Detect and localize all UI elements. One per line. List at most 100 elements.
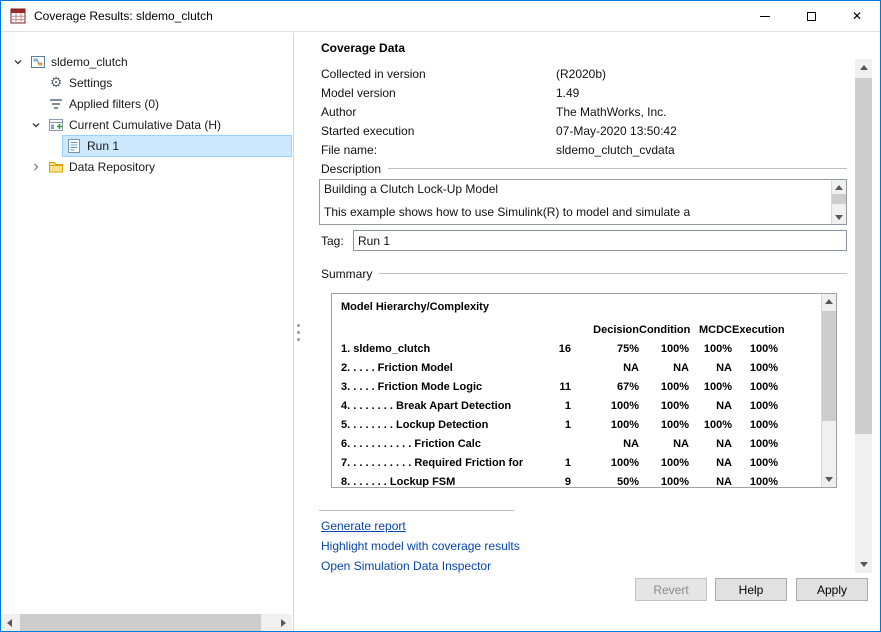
close-button[interactable]: ✕ bbox=[834, 1, 880, 31]
results-tree: sldemo_clutch ⚙ Settings Applied filters… bbox=[1, 51, 293, 177]
chevron-down-icon[interactable] bbox=[9, 54, 27, 70]
scroll-down-button[interactable] bbox=[832, 210, 846, 224]
maximize-button[interactable] bbox=[788, 1, 834, 31]
field-label: File name: bbox=[321, 143, 556, 157]
description-label: Description bbox=[321, 162, 381, 176]
horizontal-scrollbar-thumb[interactable] bbox=[20, 614, 261, 631]
scroll-up-icon bbox=[825, 299, 833, 304]
scroll-right-icon bbox=[281, 619, 286, 627]
folder-icon bbox=[48, 159, 64, 175]
table-row[interactable]: 4. . . . . . . . Break Apart Detection 1… bbox=[332, 396, 821, 415]
coverage-data-panel: Coverage Data Collected in version (R202… bbox=[302, 33, 880, 631]
close-icon: ✕ bbox=[852, 9, 862, 23]
cumulative-data-icon bbox=[48, 117, 64, 133]
scroll-down-button[interactable] bbox=[855, 556, 872, 573]
tree-item-label: Settings bbox=[69, 76, 112, 90]
chevron-right-icon[interactable] bbox=[27, 159, 45, 175]
tree-item-sldemo-clutch[interactable]: sldemo_clutch bbox=[1, 51, 293, 72]
field-value: (R2020b) bbox=[556, 67, 606, 81]
scroll-up-button[interactable] bbox=[855, 59, 872, 76]
field-row: Started execution 07-May-2020 13:50:42 bbox=[321, 121, 840, 140]
revert-button[interactable]: Revert bbox=[635, 578, 707, 601]
group-divider bbox=[388, 168, 847, 169]
scroll-down-icon bbox=[860, 562, 868, 567]
scroll-up-button[interactable] bbox=[832, 180, 846, 194]
table-scrollbar[interactable] bbox=[821, 294, 836, 487]
description-scrollbar[interactable] bbox=[831, 180, 846, 224]
column-header: Condition bbox=[639, 324, 689, 336]
table-header-row: Decision Condition MCDC Execution bbox=[332, 320, 821, 339]
run-report-icon bbox=[66, 138, 82, 154]
description-line: Building a Clutch Lock-Up Model bbox=[324, 182, 827, 197]
field-row: File name: sldemo_clutch_cvdata bbox=[321, 140, 840, 159]
table-row[interactable]: 5. . . . . . . . Lockup Detection 1 100%… bbox=[332, 415, 821, 434]
description-group-label: Description bbox=[321, 161, 847, 176]
table-row[interactable]: 7. . . . . . . . . . . Required Friction… bbox=[332, 453, 821, 472]
field-row: Author The MathWorks, Inc. bbox=[321, 102, 840, 121]
table-row[interactable]: 1. sldemo_clutch 16 75% 100% 100% 100% bbox=[332, 339, 821, 358]
column-header: Decision bbox=[571, 324, 639, 336]
link-open-sdi[interactable]: Open Simulation Data Inspector bbox=[321, 559, 491, 573]
table-row[interactable]: 8. . . . . . . Lockup FSM 9 50% 100% NA … bbox=[332, 472, 821, 487]
coverage-fields: Collected in version (R2020b) Model vers… bbox=[321, 64, 840, 159]
panel-splitter[interactable] bbox=[295, 33, 302, 631]
gear-icon: ⚙ bbox=[48, 75, 64, 91]
results-tree-panel: sldemo_clutch ⚙ Settings Applied filters… bbox=[1, 33, 294, 631]
maximize-icon bbox=[807, 12, 816, 21]
description-text[interactable]: Building a Clutch Lock-Up Model This exa… bbox=[320, 180, 831, 224]
scroll-up-icon bbox=[835, 185, 843, 190]
selected-tree-item[interactable]: Run 1 bbox=[63, 136, 291, 156]
tree-item-run-1[interactable]: Run 1 bbox=[1, 135, 293, 156]
column-header: MCDC bbox=[689, 324, 732, 336]
tree-item-label: Applied filters (0) bbox=[69, 97, 159, 111]
table-row[interactable]: 2. . . . . Friction Model NA NA NA 100% bbox=[332, 358, 821, 377]
tree-item-settings[interactable]: ⚙ Settings bbox=[1, 72, 293, 93]
scroll-right-button[interactable] bbox=[275, 614, 292, 631]
scroll-up-button[interactable] bbox=[822, 294, 836, 309]
help-button[interactable]: Help bbox=[715, 578, 787, 601]
scroll-left-icon bbox=[7, 619, 12, 627]
tree-item-data-repository[interactable]: Data Repository bbox=[1, 156, 293, 177]
table-title: Model Hierarchy/Complexity bbox=[332, 294, 821, 320]
field-value: The MathWorks, Inc. bbox=[556, 105, 666, 119]
description-box[interactable]: Building a Clutch Lock-Up Model This exa… bbox=[319, 179, 847, 225]
panel-title: Coverage Data bbox=[321, 41, 405, 55]
tag-label: Tag: bbox=[321, 234, 353, 248]
window-title: Coverage Results: sldemo_clutch bbox=[34, 9, 213, 23]
description-scrollbar-thumb[interactable] bbox=[832, 194, 846, 204]
summary-table[interactable]: Model Hierarchy/Complexity Decision Cond… bbox=[331, 293, 837, 488]
tag-input[interactable] bbox=[353, 230, 847, 251]
chevron-down-icon[interactable] bbox=[27, 117, 45, 133]
field-label: Author bbox=[321, 105, 556, 119]
field-label: Collected in version bbox=[321, 67, 556, 81]
link-generate-report[interactable]: Generate report bbox=[321, 519, 406, 533]
apply-button[interactable]: Apply bbox=[796, 578, 868, 601]
tree-item-applied-filters[interactable]: Applied filters (0) bbox=[1, 93, 293, 114]
scroll-left-button[interactable] bbox=[1, 614, 18, 631]
scroll-down-icon bbox=[835, 215, 843, 220]
field-value: 07-May-2020 13:50:42 bbox=[556, 124, 677, 138]
panel-scrollbar-thumb[interactable] bbox=[855, 78, 872, 434]
table-row[interactable]: 3. . . . . Friction Mode Logic 11 67% 10… bbox=[332, 377, 821, 396]
minimize-icon bbox=[760, 16, 770, 17]
field-label: Started execution bbox=[321, 124, 556, 138]
table-row[interactable]: 6. . . . . . . . . . . Friction Calc NA … bbox=[332, 434, 821, 453]
scroll-up-icon bbox=[860, 65, 868, 70]
field-value: 1.49 bbox=[556, 86, 579, 100]
tree-horizontal-scrollbar[interactable] bbox=[1, 614, 292, 631]
field-row: Model version 1.49 bbox=[321, 83, 840, 102]
link-highlight-model[interactable]: Highlight model with coverage results bbox=[321, 539, 520, 553]
coverage-results-window: Coverage Results: sldemo_clutch ✕ sldemo… bbox=[0, 0, 881, 632]
description-line: This example shows how to use Simulink(R… bbox=[324, 205, 827, 220]
filter-icon bbox=[48, 96, 64, 112]
minimize-button[interactable] bbox=[742, 1, 788, 31]
tree-item-current-cumulative-data[interactable]: Current Cumulative Data (H) bbox=[1, 114, 293, 135]
scroll-down-button[interactable] bbox=[822, 472, 836, 487]
field-label: Model version bbox=[321, 86, 556, 100]
column-header: Execution bbox=[732, 324, 778, 336]
table-scrollbar-thumb[interactable] bbox=[822, 311, 836, 421]
panel-vertical-scrollbar[interactable] bbox=[855, 59, 872, 573]
title-bar: Coverage Results: sldemo_clutch ✕ bbox=[1, 1, 880, 32]
field-value: sldemo_clutch_cvdata bbox=[556, 143, 675, 157]
tree-item-label: Run 1 bbox=[87, 139, 119, 153]
